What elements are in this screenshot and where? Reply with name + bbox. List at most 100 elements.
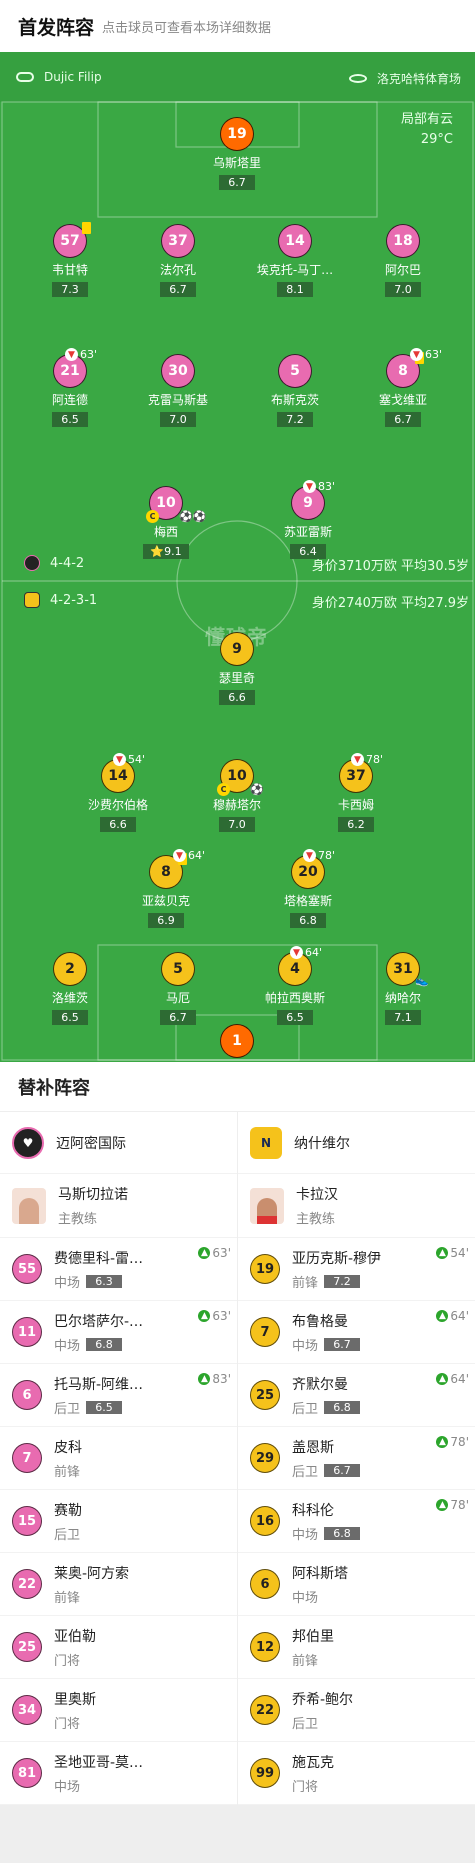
rating-value: 8.1 [286,283,304,296]
player-position: 门将 [292,1779,319,1795]
inter-miami-logo-icon: ♥ [12,1126,44,1159]
page-header: 首发阵容 点击球员可查看本场详细数据 [0,0,475,52]
bench-player-row[interactable]: 29 盖恩斯 后卫 6.7 ▲ 78' [238,1427,475,1490]
home-player[interactable]: 18 阿尔巴 7.0 [358,224,448,297]
rating-value: 7.0 [169,413,187,426]
rating-value: 7.3 [61,283,79,296]
bench-player-row[interactable]: 11 巴尔塔萨尔-… 中场 6.8 ▲ 63' [0,1301,237,1364]
player-position: 前锋 [54,1464,81,1480]
home-player[interactable]: 9 ▼ 83' 苏亚雷斯 6.4 [263,480,353,559]
away-player[interactable]: 10 C ⚽ 穆赫塔尔 7.0 [192,759,282,832]
player-rating: 6.5 [277,1010,313,1025]
player-position: 后卫 [292,1716,319,1732]
sub-out-icon: ▼ [303,849,316,862]
player-position: 前锋 [292,1653,319,1669]
away-player[interactable]: 9 瑟里奇 6.6 [192,632,282,705]
away-player[interactable]: 2 洛维茨 6.5 [25,952,115,1025]
player-name: 穆赫塔尔 [212,798,261,812]
substitution-marker: ▲ 54' [436,1246,469,1260]
bench-player-row[interactable]: 15 赛勒 后卫 [0,1490,237,1553]
player-position: 门将 [54,1653,81,1669]
bench-player-row[interactable]: 7 皮科 前锋 [0,1427,237,1490]
bench-player-row[interactable]: 6 阿科斯塔 中场 [238,1553,475,1616]
referee-info: Dujic Filip [16,70,102,84]
player-name: 韦甘特 [51,263,88,277]
goal-icon: ⚽ [250,783,264,796]
player-rating: 6.5 [86,1400,123,1414]
bench-player-row[interactable]: 6 托马斯-阿维… 后卫 6.5 ▲ 83' [0,1364,237,1427]
bench-player-row[interactable]: 22 乔希-鲍尔 后卫 [238,1679,475,1742]
away-player[interactable]: 14 ▼ 54' 沙费尔伯格 6.6 [73,753,163,832]
coach-name: 马斯切拉诺 [58,1187,128,1203]
player-number: 12 [250,1632,280,1662]
substitution-marker: ▲ 64' [436,1372,469,1386]
player-name: 托马斯-阿维… [54,1376,144,1393]
player-rating: 6.7 [324,1337,361,1351]
bench-player-row[interactable]: 81 圣地亚哥-莫… 中场 [0,1742,237,1805]
bench-player-row[interactable]: 7 布鲁格曼 中场 6.7 ▲ 64' [238,1301,475,1364]
away-team-icon [24,592,40,608]
away-player[interactable]: 4 ▼ 64' 帕拉西奥斯 6.5 [250,946,340,1025]
bench-player-row[interactable]: 55 费德里科-雷… 中场 6.3 ▲ 63' [0,1238,237,1301]
away-bench: N 纳什维尔 卡拉汉 主教练 19 亚历克斯-穆伊 前锋 7.2 ▲ 54' 7 布鲁格曼 中场… [237,1112,475,1805]
home-player[interactable]: 10 C ⚽⚽ 梅西 ⭐9.1 [121,486,211,559]
player-rating: 6.5 [52,412,88,427]
home-formation-label: 4-4-2 [50,555,85,571]
sub-minute: 63' [212,1309,231,1323]
sub-minute: 63' [425,348,443,361]
sub-minute: 78' [450,1435,469,1449]
home-coach-row[interactable]: 马斯切拉诺 主教练 [0,1174,237,1238]
player-position: 中场 [292,1338,319,1354]
sub-in-icon: ▲ [198,1373,211,1385]
bench-player-row[interactable]: 16 科科伦 中场 6.8 ▲ 78' [238,1490,475,1553]
home-player[interactable]: 57 韦甘特 7.3 [25,222,115,297]
home-formation: 4-4-2 [24,555,84,571]
coach-role: 主教练 [58,1212,98,1227]
bench-player-row[interactable]: 22 莱奥-阿方索 前锋 [0,1553,237,1616]
player-rating: 6.6 [100,817,136,832]
away-team-name: 纳什维尔 [294,1135,350,1152]
away-player[interactable]: 31 👟 纳哈尔 7.1 [358,952,448,1025]
player-name: 里奥斯 [54,1691,96,1708]
coach-role: 主教练 [296,1212,336,1227]
away-player[interactable]: 20 ▼ 78' 塔格塞斯 6.8 [263,849,353,928]
home-player[interactable]: 37 法尔孔 6.7 [133,224,223,297]
home-player[interactable]: 30 克雷马斯基 7.0 [133,354,223,427]
bench-player-row[interactable]: 99 施瓦克 门将 [238,1742,475,1805]
player-number: 2 [53,952,87,986]
away-coach-row[interactable]: 卡拉汉 主教练 [238,1174,475,1238]
away-player[interactable]: 37 ▼ 78' 卡西姆 6.2 [311,753,401,832]
stadium-icon [348,74,367,83]
player-rating: 7.3 [52,282,88,297]
player-name: 马厄 [165,991,190,1005]
home-player[interactable]: 5 布斯克茨 7.2 [250,354,340,427]
substitution-marker: ▲ 78' [436,1498,469,1512]
bench-player-row[interactable]: 34 里奥斯 门将 [0,1679,237,1742]
away-player[interactable]: 8 ▼ 64' 亚兹贝克 6.9 [121,849,211,928]
home-team-row[interactable]: ♥ 迈阿密国际 [0,1112,237,1174]
home-player[interactable]: 19 乌斯塔里 6.7 [192,117,282,190]
home-player[interactable]: 14 埃克托-马丁… 8.1 [250,224,340,297]
bench-player-row[interactable]: 25 亚伯勒 门将 [0,1616,237,1679]
away-player[interactable]: 5 马厄 6.7 [133,952,223,1025]
player-name: 盖恩斯 [292,1439,334,1456]
away-formation-label: 4-2-3-1 [50,592,98,608]
rating-value: 6.7 [169,283,187,296]
bench-player-row[interactable]: 25 齐默尔曼 后卫 6.8 ▲ 64' [238,1364,475,1427]
home-player[interactable]: 21 ▼ 63' 阿连德 6.5 [25,348,115,427]
sub-minute: 78' [366,753,384,766]
away-team-row[interactable]: N 纳什维尔 [238,1112,475,1174]
away-player[interactable]: 1威利斯5.9 [192,1024,282,1062]
rating-value: 6.9 [157,914,175,927]
sub-out-icon: ▼ [303,480,316,493]
substitution-marker: ▲ 78' [436,1435,469,1449]
bench-player-row[interactable]: 12 邦伯里 前锋 [238,1616,475,1679]
player-name: 洛维茨 [51,991,88,1005]
bench-player-row[interactable]: 19 亚历克斯-穆伊 前锋 7.2 ▲ 54' [238,1238,475,1301]
player-number: 25 [12,1632,42,1662]
player-name: 齐默尔曼 [292,1376,348,1393]
home-player[interactable]: 8 ▼ 63' 塞戈维亚 6.7 [358,348,448,427]
rating-value: 7.2 [286,413,304,426]
player-rating: 6.7 [324,1463,361,1477]
player-number: 22 [250,1695,280,1725]
